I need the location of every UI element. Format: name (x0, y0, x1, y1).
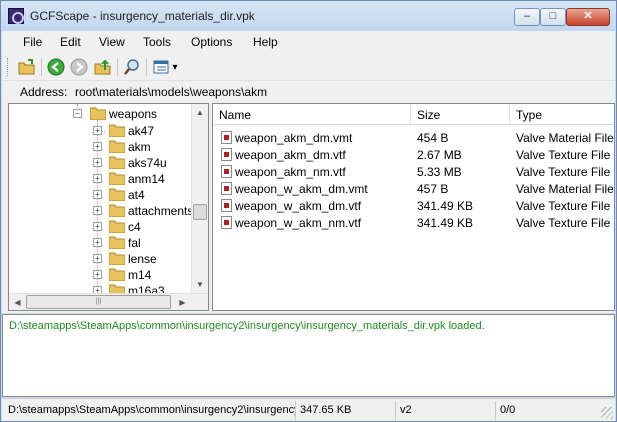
close-button[interactable]: ✕ (566, 8, 610, 26)
tree-item-aks74u[interactable]: + aks74u (9, 155, 194, 171)
tree-item-weapons[interactable]: − weapons (9, 106, 194, 122)
menu-view[interactable]: View (99, 35, 125, 49)
expand-icon[interactable]: + (93, 190, 102, 199)
maximize-button[interactable]: □ (540, 8, 566, 26)
file-icon (221, 216, 232, 229)
expand-icon[interactable]: + (93, 126, 102, 135)
file-row[interactable]: weapon_w_akm_dm.vmt 457 B Valve Material… (213, 180, 614, 197)
status-count: 0/0 (500, 404, 516, 416)
tree-item-attachments[interactable]: + attachments (9, 203, 194, 219)
expand-icon[interactable]: + (93, 254, 102, 263)
scroll-thumb[interactable] (193, 204, 207, 220)
toolbar-grip[interactable] (7, 58, 10, 76)
scroll-left-arrow-icon[interactable]: ◀ (9, 294, 26, 310)
toolbar-separator (117, 58, 118, 76)
file-row[interactable]: weapon_akm_dm.vmt 454 B Valve Material F… (213, 129, 614, 146)
folder-icon (109, 140, 125, 153)
toolbar-separator (146, 58, 147, 76)
folder-icon (109, 252, 125, 265)
address-label: Address: (20, 85, 68, 99)
scroll-up-arrow-icon[interactable]: ▲ (192, 104, 208, 121)
file-icon (221, 182, 232, 195)
status-path: D:\steamapps\SteamApps\common\insurgency… (4, 401, 296, 420)
expand-icon[interactable]: + (93, 222, 102, 231)
tree-item-ak47[interactable]: + ak47 (9, 123, 194, 139)
menu-edit[interactable]: Edit (60, 35, 81, 49)
file-list-header: Name Size Type (213, 104, 614, 125)
tree-item-fal[interactable]: + fal (9, 235, 194, 251)
expand-icon[interactable]: + (93, 158, 102, 167)
expand-icon[interactable]: + (93, 238, 102, 247)
log-message: D:\steamapps\SteamApps\common\insurgency… (9, 320, 485, 332)
tree-item-c4[interactable]: + c4 (9, 219, 194, 235)
folder-icon (109, 220, 125, 233)
view-mode-icon[interactable] (152, 58, 170, 76)
forward-icon[interactable] (70, 58, 88, 76)
resize-grip-icon[interactable] (601, 407, 613, 419)
toolbar-separator (41, 58, 42, 76)
file-icon (221, 165, 232, 178)
main-window: GCFScape - insurgency_materials_dir.vpk … (0, 0, 617, 422)
folder-icon (109, 172, 125, 185)
minimize-button[interactable]: – (514, 8, 540, 26)
folder-icon (109, 268, 125, 281)
file-row[interactable]: weapon_w_akm_dm.vtf 341.49 KB Valve Text… (213, 197, 614, 214)
up-folder-icon[interactable] (94, 58, 112, 76)
expand-icon[interactable]: + (93, 270, 102, 279)
column-header-size[interactable]: Size (411, 104, 510, 125)
menu-bar: File Edit View Tools Options Help (2, 31, 615, 53)
scroll-right-arrow-icon[interactable]: ▶ (174, 294, 191, 310)
file-icon (221, 131, 232, 144)
scroll-down-arrow-icon[interactable]: ▼ (192, 276, 208, 293)
toolbar: ▾ (2, 53, 615, 81)
collapse-icon[interactable]: − (73, 109, 82, 118)
file-row[interactable]: weapon_w_akm_nm.vtf 341.49 KB Valve Text… (213, 214, 614, 231)
folder-icon (109, 188, 125, 201)
tree-item-at4[interactable]: + at4 (9, 187, 194, 203)
panes-container: − weapons + ak47 + akm + aks74u + anm14 … (2, 103, 615, 313)
scroll-thumb[interactable]: ||| (26, 295, 171, 309)
search-icon[interactable] (123, 58, 141, 76)
status-version: v2 (396, 401, 496, 420)
expand-icon[interactable]: + (93, 174, 102, 183)
expand-icon[interactable]: + (93, 142, 102, 151)
file-row[interactable]: weapon_akm_nm.vtf 5.33 MB Valve Texture … (213, 163, 614, 180)
menu-help[interactable]: Help (253, 35, 278, 49)
tree-item-akm[interactable]: + akm (9, 139, 194, 155)
menu-file[interactable]: File (23, 35, 42, 49)
menu-options[interactable]: Options (191, 35, 232, 49)
column-header-name[interactable]: Name (213, 104, 411, 125)
folder-open-icon (90, 107, 106, 120)
open-folder-icon[interactable] (18, 58, 36, 76)
back-icon[interactable] (47, 58, 65, 76)
folder-icon (109, 204, 125, 217)
file-row[interactable]: weapon_akm_dm.vtf 2.67 MB Valve Texture … (213, 146, 614, 163)
status-size: 347.65 KB (296, 401, 396, 420)
view-dropdown-arrow[interactable]: ▾ (170, 58, 180, 76)
title-bar[interactable]: GCFScape - insurgency_materials_dir.vpk … (1, 1, 616, 31)
folder-icon (109, 124, 125, 137)
log-panel[interactable]: D:\steamapps\SteamApps\common\insurgency… (2, 314, 615, 397)
tree-horizontal-scrollbar[interactable]: ◀ ||| ▶ (9, 293, 208, 310)
file-list[interactable]: Name Size Type weapon_akm_dm.vmt 454 B V… (212, 103, 615, 311)
folder-icon (109, 236, 125, 249)
tree-item-lense[interactable]: + lense (9, 251, 194, 267)
address-bar: Address: root\materials\models\weapons\a… (2, 81, 615, 103)
window-title: GCFScape - insurgency_materials_dir.vpk (30, 9, 255, 23)
expand-icon[interactable]: + (93, 206, 102, 215)
column-header-type[interactable]: Type (510, 104, 614, 125)
address-field[interactable]: root\materials\models\weapons\akm (72, 83, 613, 101)
gcfscape-app-icon (8, 8, 24, 24)
folder-tree[interactable]: − weapons + ak47 + akm + aks74u + anm14 … (8, 103, 209, 311)
menu-tools[interactable]: Tools (143, 35, 171, 49)
tree-item-m14[interactable]: + m14 (9, 267, 194, 283)
file-icon (221, 148, 232, 161)
folder-icon (109, 156, 125, 169)
tree-vertical-scrollbar[interactable]: ▲ ▼ (191, 104, 208, 293)
status-bar: D:\steamapps\SteamApps\common\insurgency… (2, 398, 615, 421)
tree-item-anm14[interactable]: + anm14 (9, 171, 194, 187)
file-icon (221, 199, 232, 212)
